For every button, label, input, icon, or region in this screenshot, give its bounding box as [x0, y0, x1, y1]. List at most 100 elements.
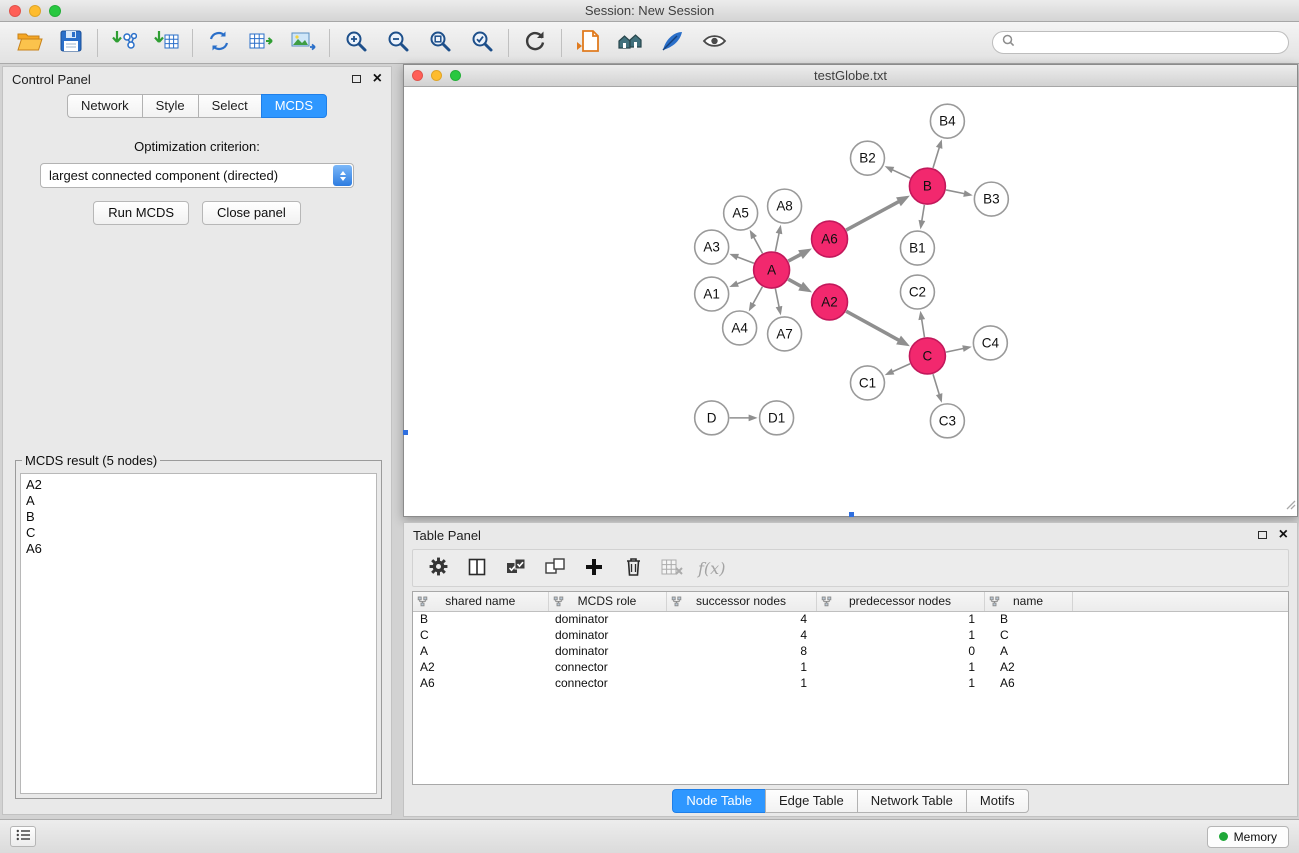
import-table-button[interactable] — [145, 24, 187, 62]
graph-edge-A-A7[interactable] — [775, 289, 779, 308]
tab-network-table[interactable]: Network Table — [857, 789, 966, 813]
close-panel-icon[interactable]: × — [373, 73, 382, 85]
column-header-shared-name[interactable]: shared name — [413, 592, 548, 611]
deselect-all-button[interactable] — [540, 553, 570, 583]
graph-node-B[interactable]: B — [909, 168, 945, 204]
tab-network[interactable]: Network — [67, 94, 142, 118]
cell-name[interactable]: A — [984, 643, 1072, 659]
graph-edge-B-B2[interactable] — [892, 170, 910, 179]
import-network-button[interactable] — [103, 24, 145, 62]
network-canvas[interactable]: B4B2BB3A5A8A6B1A3AC2A1A2A4A7C4CC1DD1C3 — [404, 87, 1297, 516]
cell-MCDS-role[interactable]: dominator — [548, 611, 666, 627]
graphics-details-button[interactable] — [651, 24, 693, 62]
graph-node-A8[interactable]: A8 — [768, 189, 802, 223]
graph-node-B4[interactable]: B4 — [930, 104, 964, 138]
graph-edge-B-B1[interactable] — [922, 205, 925, 222]
graph-node-B1[interactable]: B1 — [900, 231, 934, 265]
export-image-button[interactable] — [282, 24, 324, 62]
table-row[interactable]: Adominator80A — [413, 643, 1288, 659]
float-panel-icon[interactable] — [352, 75, 361, 83]
float-table-panel-icon[interactable] — [1258, 531, 1267, 539]
task-history-button[interactable] — [10, 826, 36, 847]
graph-edge-C-C1[interactable] — [892, 364, 910, 372]
result-item[interactable]: A6 — [26, 541, 371, 557]
graph-edge-A-A1[interactable] — [737, 277, 754, 284]
mcds-result-list[interactable]: A2ABCA6 — [20, 473, 377, 794]
zoom-selected-button[interactable] — [461, 24, 503, 62]
add-row-button[interactable] — [579, 553, 609, 583]
minimize-window-button[interactable] — [29, 5, 41, 17]
graph-edge-A-A8[interactable] — [775, 233, 779, 252]
column-header-name[interactable]: name — [984, 592, 1072, 611]
cell-shared-name[interactable]: B — [413, 611, 548, 627]
graph-node-A5[interactable]: A5 — [724, 196, 758, 230]
cell-successor-nodes[interactable]: 8 — [666, 643, 816, 659]
tab-mcds[interactable]: MCDS — [261, 94, 327, 118]
graph-node-A2[interactable]: A2 — [812, 284, 848, 320]
graph-node-A[interactable]: A — [754, 252, 790, 288]
graph-edge-C-C2[interactable] — [922, 319, 925, 338]
graph-node-A7[interactable]: A7 — [768, 317, 802, 351]
graph-node-A1[interactable]: A1 — [695, 277, 729, 311]
cell-MCDS-role[interactable]: connector — [548, 659, 666, 675]
cell-shared-name[interactable]: A2 — [413, 659, 548, 675]
graph-node-D1[interactable]: D1 — [760, 401, 794, 435]
search-input[interactable] — [1021, 35, 1279, 50]
maximize-window-button[interactable] — [49, 5, 61, 17]
graph-node-C3[interactable]: C3 — [930, 404, 964, 438]
graph-edge-A-A4[interactable] — [753, 287, 763, 305]
cell-predecessor-nodes[interactable]: 1 — [816, 659, 984, 675]
cell-shared-name[interactable]: A — [413, 643, 548, 659]
graph-node-C4[interactable]: C4 — [973, 326, 1007, 360]
home-button[interactable] — [609, 24, 651, 62]
graph-node-A4[interactable]: A4 — [723, 311, 757, 345]
cell-name[interactable]: A2 — [984, 659, 1072, 675]
destroy-table-button[interactable] — [657, 553, 687, 583]
graph-edge-A-A2[interactable] — [788, 279, 801, 286]
close-panel-button[interactable]: Close panel — [202, 201, 301, 225]
cell-MCDS-role[interactable]: dominator — [548, 643, 666, 659]
graph-node-A6[interactable]: A6 — [812, 221, 848, 257]
graph-edge-A-A6[interactable] — [788, 254, 801, 261]
cell-successor-nodes[interactable]: 4 — [666, 627, 816, 643]
tab-select[interactable]: Select — [198, 94, 261, 118]
graph-node-C1[interactable]: C1 — [851, 366, 885, 400]
tab-style[interactable]: Style — [142, 94, 198, 118]
cell-predecessor-nodes[interactable]: 1 — [816, 611, 984, 627]
graph-edge-B-B4[interactable] — [933, 147, 939, 168]
graph-edge-A-A5[interactable] — [754, 237, 763, 254]
show-columns-button[interactable] — [462, 553, 492, 583]
result-item[interactable]: A2 — [26, 477, 371, 493]
zoom-in-button[interactable] — [335, 24, 377, 62]
cell-shared-name[interactable]: A6 — [413, 675, 548, 691]
cell-MCDS-role[interactable]: connector — [548, 675, 666, 691]
graph-edge-A2-C[interactable] — [846, 311, 899, 340]
cell-predecessor-nodes[interactable]: 1 — [816, 675, 984, 691]
cell-shared-name[interactable]: C — [413, 627, 548, 643]
cell-successor-nodes[interactable]: 4 — [666, 611, 816, 627]
column-header-MCDS-role[interactable]: MCDS role — [548, 592, 666, 611]
delete-rows-button[interactable] — [618, 553, 648, 583]
graph-edge-A-A3[interactable] — [737, 257, 754, 264]
cell-MCDS-role[interactable]: dominator — [548, 627, 666, 643]
select-all-button[interactable] — [501, 553, 531, 583]
cell-name[interactable]: C — [984, 627, 1072, 643]
graph-node-C2[interactable]: C2 — [900, 275, 934, 309]
table-row[interactable]: Cdominator41C — [413, 627, 1288, 643]
result-item[interactable]: A — [26, 493, 371, 509]
cell-name[interactable]: A6 — [984, 675, 1072, 691]
close-table-panel-icon[interactable]: × — [1279, 529, 1288, 541]
zoom-out-button[interactable] — [377, 24, 419, 62]
export-table-button[interactable] — [240, 24, 282, 62]
graph-node-B2[interactable]: B2 — [851, 141, 885, 175]
column-header-successor-nodes[interactable]: successor nodes — [666, 592, 816, 611]
graph-node-B3[interactable]: B3 — [974, 182, 1008, 216]
graph-edge-A6-B[interactable] — [846, 201, 899, 230]
graph-node-A3[interactable]: A3 — [695, 230, 729, 264]
table-row[interactable]: A6connector11A6 — [413, 675, 1288, 691]
save-session-button[interactable] — [50, 24, 92, 62]
cell-successor-nodes[interactable]: 1 — [666, 659, 816, 675]
cell-predecessor-nodes[interactable]: 1 — [816, 627, 984, 643]
table-settings-button[interactable] — [423, 553, 453, 583]
tab-motifs[interactable]: Motifs — [966, 789, 1029, 813]
